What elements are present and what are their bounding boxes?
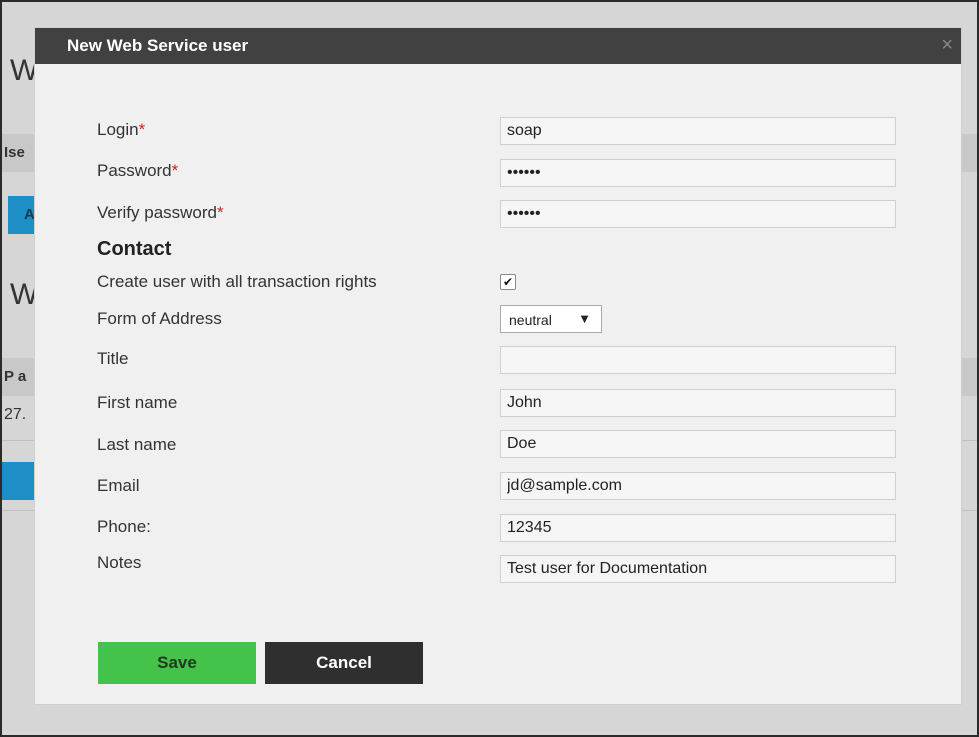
first-name-input[interactable] [500, 389, 896, 417]
chevron-down-icon: ▼ [578, 311, 591, 326]
dialog-titlebar: New Web Service user × [35, 28, 961, 64]
login-label: Login* [97, 120, 146, 139]
form-of-address-value: neutral [509, 312, 552, 328]
contact-heading: Contact [97, 238, 172, 260]
form-of-address-select[interactable]: neutral ▼ [500, 305, 602, 333]
required-marker: * [217, 203, 224, 222]
form-of-address-label: Form of Address [97, 309, 222, 328]
verify-password-label: Verify password* [97, 203, 224, 222]
new-web-service-user-dialog: New Web Service user × Login* Password* … [35, 28, 961, 704]
last-name-label: Last name [97, 435, 177, 454]
phone-label: Phone: [97, 517, 151, 536]
title-input[interactable] [500, 346, 896, 374]
phone-input[interactable] [500, 514, 896, 542]
background-table-header-2-text: P a [4, 368, 27, 385]
login-input[interactable] [500, 117, 896, 145]
checkmark-icon: ✔ [502, 275, 514, 289]
background-table-header-text: Ise [4, 144, 25, 161]
password-label: Password* [97, 161, 179, 180]
close-icon[interactable]: × [941, 34, 953, 57]
verify-password-input[interactable] [500, 200, 896, 228]
notes-input[interactable] [500, 555, 896, 583]
transaction-rights-checkbox[interactable]: ✔ [500, 274, 516, 290]
last-name-input[interactable] [500, 430, 896, 458]
email-label: Email [97, 476, 140, 495]
notes-label: Notes [97, 553, 142, 572]
required-marker: * [171, 161, 179, 180]
background-table-cell: 27. [4, 406, 27, 423]
password-input[interactable] [500, 159, 896, 187]
save-button[interactable]: Save [98, 642, 256, 684]
first-name-label: First name [97, 393, 178, 412]
email-input[interactable] [500, 472, 896, 500]
title-label: Title [97, 349, 129, 368]
background-action-button-label: A [24, 206, 35, 223]
dialog-title: New Web Service user [67, 36, 249, 55]
transaction-rights-label: Create user with all transaction rights [97, 272, 377, 291]
cancel-button[interactable]: Cancel [265, 642, 423, 684]
required-marker: * [138, 120, 146, 139]
